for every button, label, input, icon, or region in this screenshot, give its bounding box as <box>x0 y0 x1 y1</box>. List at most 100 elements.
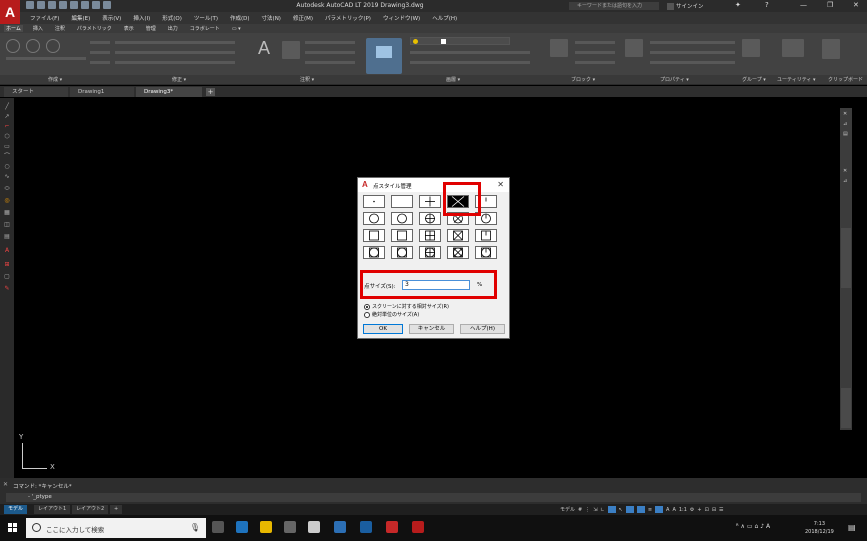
palette-menu-icon[interactable]: ▤ <box>843 131 848 137</box>
radio-relative-indicator[interactable] <box>364 303 370 310</box>
workspace-gear-icon[interactable]: ⚙ <box>690 507 694 513</box>
tab-home[interactable]: ホーム <box>4 25 23 32</box>
mail-icon[interactable] <box>284 521 296 533</box>
text-tool-icon[interactable]: A <box>258 38 270 59</box>
menu-file[interactable]: ファイル(F) <box>30 14 59 22</box>
autocad-lt-taskbar-icon[interactable] <box>412 521 424 533</box>
start-button[interactable] <box>8 523 18 533</box>
doc-tab-drawing3[interactable]: Drawing3* <box>136 87 202 97</box>
battery-icon[interactable]: ▭ <box>747 523 753 530</box>
tab-view[interactable]: 表示 <box>122 25 136 32</box>
spline-icon[interactable]: ∿ <box>3 174 11 180</box>
minimize-button[interactable]: — <box>800 1 807 9</box>
menu-dimension[interactable]: 寸法(N) <box>262 14 281 22</box>
explorer-icon[interactable] <box>260 521 272 533</box>
tab-manage[interactable]: 管理 <box>144 25 158 32</box>
ok-button[interactable]: OK <box>363 324 403 334</box>
menu-insert[interactable]: 挿入(I) <box>133 14 150 22</box>
insert-block-icon[interactable] <box>550 39 568 57</box>
absolute-size-radio[interactable]: 絶対単位のサイズ(A) <box>364 311 419 318</box>
point-style-dot[interactable] <box>363 195 385 208</box>
ellipse-icon[interactable]: ⬭ <box>3 186 11 192</box>
modify-icon[interactable]: ✎ <box>3 286 11 292</box>
menu-format[interactable]: 形式(O) <box>162 14 182 22</box>
point-style-plus-circle-square[interactable] <box>419 246 441 259</box>
app-icon[interactable] <box>334 521 346 533</box>
network-icon[interactable]: ⌂ <box>754 523 758 530</box>
annotation-monitor-icon[interactable]: + <box>697 507 701 513</box>
isodraft-icon[interactable]: ↖ <box>619 507 623 513</box>
task-view-icon[interactable] <box>212 521 224 533</box>
group-layer-label[interactable]: 画層 ▾ <box>446 76 460 83</box>
arc-icon[interactable]: ⌒ <box>3 154 11 160</box>
line-tool-icon[interactable] <box>6 39 20 53</box>
exchange-icon[interactable]: ✦ <box>735 1 741 9</box>
lineweight-icon[interactable]: ≡ <box>648 507 652 513</box>
restore-button[interactable]: ❐ <box>827 1 833 9</box>
point-style-blank-square[interactable] <box>391 229 413 242</box>
point-style-dot-circle[interactable] <box>363 212 385 225</box>
xline-icon[interactable]: ↗ <box>3 114 11 120</box>
group-icon[interactable] <box>742 39 760 57</box>
menu-parametric[interactable]: パラメトリック(P) <box>325 14 371 22</box>
block-icon[interactable]: ▢ <box>3 274 11 280</box>
infer-icon[interactable]: ⇲ <box>593 507 597 513</box>
taskbar-search[interactable]: ここに入力して検索 🎙 <box>26 518 206 538</box>
layer-properties-button[interactable] <box>366 38 402 74</box>
palette2-autohide-icon[interactable]: ⊿ <box>843 178 847 184</box>
point-style-dot-circle-square[interactable] <box>363 246 385 259</box>
snap-icon[interactable]: ⋮ <box>585 507 590 513</box>
units-icon[interactable]: ⊡ <box>705 507 709 513</box>
keyword-search-input[interactable]: キーワードまたは語句を入力 <box>569 2 659 10</box>
region-icon[interactable]: ◫ <box>3 222 11 228</box>
tab-insert[interactable]: 挿入 <box>31 25 45 32</box>
point-style-blank[interactable] <box>391 195 413 208</box>
point-style-cross-circle[interactable] <box>447 212 469 225</box>
dialog-close-button[interactable]: ✕ <box>497 180 504 189</box>
layout-tab-2[interactable]: レイアウト2 <box>72 505 109 514</box>
palette-close-icon[interactable]: ✕ <box>843 111 847 117</box>
edge-icon[interactable] <box>236 521 248 533</box>
menu-view[interactable]: 表示(V) <box>102 14 121 22</box>
signin-button[interactable]: サインイン <box>667 2 704 10</box>
group-draw-label[interactable]: 作成 ▾ <box>48 76 62 83</box>
menu-edit[interactable]: 編集(E) <box>71 14 90 22</box>
dimension-tool-icon[interactable] <box>282 41 300 59</box>
match-properties-icon[interactable] <box>625 39 643 57</box>
layer-dropdown[interactable] <box>410 37 510 45</box>
people-icon[interactable]: ᴿ <box>736 523 739 530</box>
doc-tab-drawing1[interactable]: Drawing1 <box>70 87 134 97</box>
group-block-label[interactable]: ブロック ▾ <box>571 76 595 83</box>
point-style-tick[interactable] <box>475 195 497 208</box>
add-layout-button[interactable]: + <box>110 505 123 514</box>
transparency-icon[interactable] <box>655 506 664 513</box>
volume-icon[interactable]: ♪ <box>760 523 764 530</box>
group-clipboard-label[interactable]: クリップボード <box>828 76 863 83</box>
point-style-tick-circle[interactable] <box>475 212 497 225</box>
clock[interactable]: 7:13 2018/12/19 <box>805 520 834 536</box>
hatch-icon[interactable]: ▦ <box>3 210 11 216</box>
autoscale-icon[interactable]: A <box>672 507 675 513</box>
point-style-cross-square[interactable] <box>447 229 469 242</box>
palette2-close-icon[interactable]: ✕ <box>843 168 847 174</box>
osnap-icon[interactable] <box>636 506 645 513</box>
point-style-cross-circle-square[interactable] <box>447 246 469 259</box>
tab-parametric[interactable]: パラメトリック <box>75 25 114 32</box>
point-style-tick-circle-square[interactable] <box>475 246 497 259</box>
action-center-icon[interactable]: ▤ <box>848 523 856 532</box>
otrack-icon[interactable] <box>625 506 634 513</box>
microphone-icon[interactable]: 🎙 <box>190 523 200 532</box>
tray-chevron-icon[interactable]: ∧ <box>741 523 745 530</box>
properties-palette-tab[interactable] <box>841 228 851 288</box>
group-annotate-label[interactable]: 注釈 ▾ <box>300 76 314 83</box>
cancel-button[interactable]: キャンセル <box>409 324 454 334</box>
tab-output[interactable]: 出力 <box>166 25 180 32</box>
group-groups-label[interactable]: グループ ▾ <box>742 76 766 83</box>
measure-icon[interactable] <box>782 39 804 57</box>
menu-modify[interactable]: 修正(M) <box>293 14 313 22</box>
palette-autohide-icon[interactable]: ⊿ <box>843 121 847 127</box>
command-close-icon[interactable]: ✕ <box>3 481 8 488</box>
annotation-visibility-icon[interactable]: A <box>666 507 669 513</box>
menu-help[interactable]: ヘルプ(H) <box>432 14 457 22</box>
media-icon[interactable] <box>360 521 372 533</box>
